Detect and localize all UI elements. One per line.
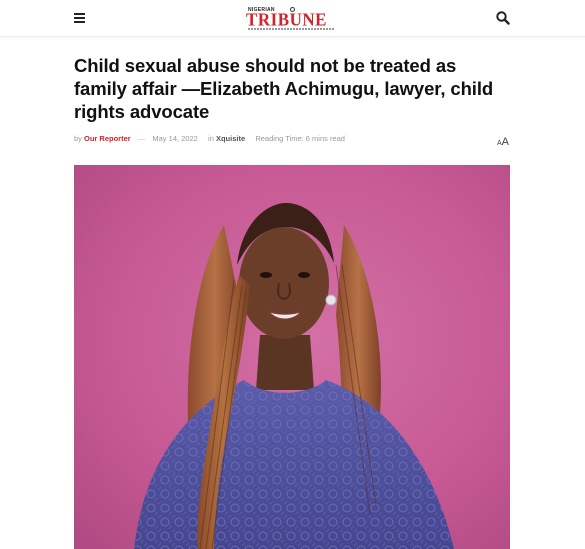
font-size-big-label: A xyxy=(501,136,510,148)
meta-by: by xyxy=(74,134,82,143)
hamburger-menu-icon[interactable] xyxy=(72,10,88,26)
earring xyxy=(325,294,337,306)
meta-dash: — xyxy=(137,134,146,143)
menu-line xyxy=(74,21,85,23)
right-eye xyxy=(298,272,310,278)
menu-line xyxy=(74,13,85,15)
menu-line xyxy=(74,17,85,19)
reading-time: Reading Time: 6 mins read xyxy=(255,134,345,143)
site-logo[interactable]: NIGERIAN TRIBUNE xyxy=(246,7,338,31)
logo-wordmark: TRIBUNE xyxy=(246,9,327,30)
logo-strip xyxy=(248,28,334,30)
category-link[interactable]: Xquisite xyxy=(216,134,245,143)
search-icon[interactable] xyxy=(495,10,511,26)
article-headline: Child sexual abuse should not be treated… xyxy=(74,55,494,122)
meta-in: in xyxy=(208,134,214,143)
neck xyxy=(256,335,314,390)
author-link[interactable]: Our Reporter xyxy=(84,134,131,143)
font-size-toggle[interactable]: AA xyxy=(497,132,509,150)
face xyxy=(239,227,329,339)
portrait-photo xyxy=(74,165,510,549)
article-featured-image xyxy=(74,165,510,549)
left-eye xyxy=(260,272,272,278)
article-page: NIGERIAN TRIBUNE Child sexual abuse shou… xyxy=(0,0,585,549)
site-header: NIGERIAN TRIBUNE xyxy=(0,0,585,37)
publish-date: May 14, 2022 xyxy=(152,134,198,143)
article-meta: by Our Reporter — May 14, 2022 in Xquisi… xyxy=(74,134,345,143)
